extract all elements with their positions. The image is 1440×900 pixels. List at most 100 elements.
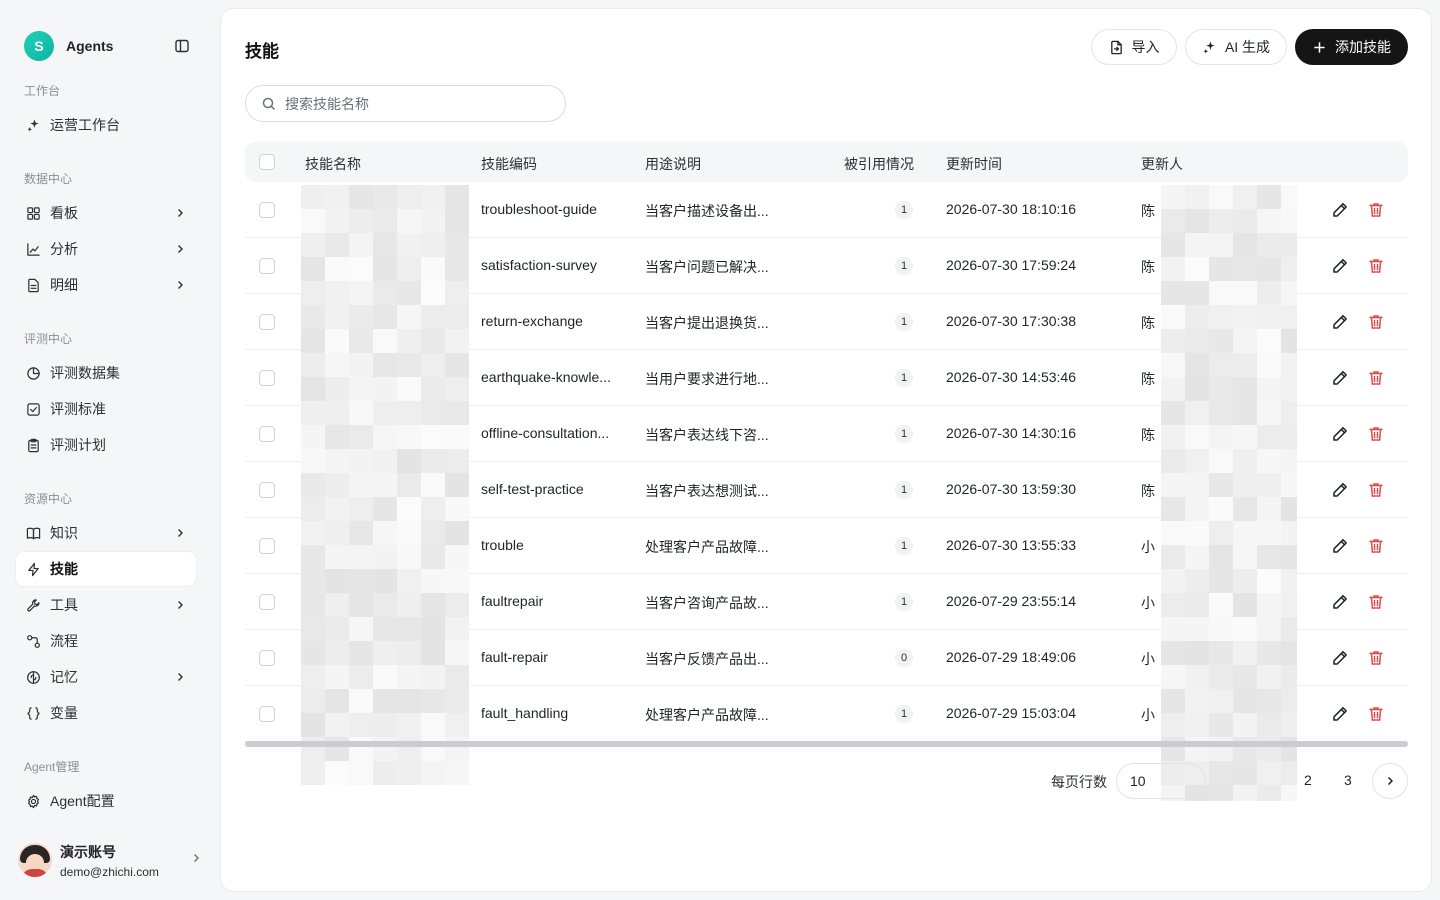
sidebar-item-label: 技能 <box>50 561 78 577</box>
edit-pencil-icon[interactable] <box>1331 425 1349 443</box>
column-header-updated-by[interactable]: 更新人 <box>1141 154 1183 174</box>
page-3-button[interactable]: 3 <box>1344 772 1352 788</box>
chevron-right-icon <box>178 673 183 681</box>
sidebar-item[interactable]: 明细 <box>16 268 196 302</box>
sidebar-item[interactable]: 流程 <box>16 624 196 658</box>
sidebar-item-label: 分析 <box>50 241 78 257</box>
column-header-references[interactable]: 被引用情况 <box>844 154 914 174</box>
user-card[interactable]: 演示账号 demo@zhichi.com <box>18 838 208 882</box>
horizontal-scrollbar[interactable] <box>245 741 1408 747</box>
page-2-button[interactable]: 2 <box>1304 772 1312 788</box>
select-all-checkbox[interactable] <box>259 154 275 170</box>
row-checkbox[interactable] <box>259 482 275 498</box>
row-checkbox[interactable] <box>259 706 275 722</box>
nav-group-title: 资源中心 <box>24 492 73 506</box>
sidebar-item[interactable]: 分析 <box>16 232 196 266</box>
add-skill-button[interactable]: 添加技能 <box>1295 29 1408 65</box>
reference-count-badge: 1 <box>895 593 913 611</box>
import-button[interactable]: 导入 <box>1091 29 1177 65</box>
skill-code: faultrepair <box>481 593 544 609</box>
updated-by: 陈 <box>1141 483 1155 499</box>
sidebar-item[interactable]: 评测数据集 <box>16 356 196 390</box>
delete-trash-icon[interactable] <box>1367 537 1385 555</box>
table-header: 技能名称 技能编码 用途说明 被引用情况 更新时间 更新人 <box>245 142 1408 182</box>
row-checkbox[interactable] <box>259 370 275 386</box>
sidebar-item-label: 评测计划 <box>50 437 106 453</box>
edit-pencil-icon[interactable] <box>1331 369 1349 387</box>
redacted-names <box>301 185 469 785</box>
skill-code: offline-consultation... <box>481 425 610 441</box>
updated-time: 2026-07-29 15:03:04 <box>946 705 1076 721</box>
edit-pencil-icon[interactable] <box>1331 313 1349 331</box>
sidebar-item[interactable]: 评测标准 <box>16 392 196 426</box>
wrench-icon <box>24 596 42 614</box>
plus-icon <box>1314 41 1325 53</box>
column-header-description[interactable]: 用途说明 <box>645 154 701 174</box>
row-checkbox[interactable] <box>259 650 275 666</box>
edit-pencil-icon[interactable] <box>1331 705 1349 723</box>
edit-pencil-icon[interactable] <box>1331 257 1349 275</box>
updated-by: 陈 <box>1141 259 1155 275</box>
column-header-name[interactable]: 技能名称 <box>305 154 361 174</box>
nav-group-title: 工作台 <box>24 84 61 98</box>
next-page-button[interactable] <box>1372 763 1408 799</box>
edit-pencil-icon[interactable] <box>1331 537 1349 555</box>
column-header-updated-time[interactable]: 更新时间 <box>946 154 1002 174</box>
sidebar-item[interactable]: 知识 <box>16 516 196 550</box>
brand-name: Agents <box>66 38 114 54</box>
delete-trash-icon[interactable] <box>1367 481 1385 499</box>
sidebar-item[interactable]: 变量 <box>16 696 196 730</box>
edit-pencil-icon[interactable] <box>1331 593 1349 611</box>
delete-trash-icon[interactable] <box>1367 649 1385 667</box>
sparkle-icon <box>24 116 42 134</box>
sidebar-item[interactable]: 工具 <box>16 588 196 622</box>
updated-time: 2026-07-30 13:55:33 <box>946 537 1076 553</box>
skill-description: 当用户要求进行地... <box>645 371 769 387</box>
updated-time: 2026-07-30 14:53:46 <box>946 369 1076 385</box>
updated-time: 2026-07-30 17:30:38 <box>946 313 1076 329</box>
chevron-right-icon <box>178 281 183 289</box>
edit-pencil-icon[interactable] <box>1331 201 1349 219</box>
row-checkbox[interactable] <box>259 538 275 554</box>
skill-description: 当客户提出退换货... <box>645 315 769 331</box>
search-input[interactable] <box>285 95 545 112</box>
sidebar-item[interactable]: Agent配置 <box>16 784 196 818</box>
skill-code: fault_handling <box>481 705 569 721</box>
sidebar-item-label: 评测数据集 <box>50 365 120 381</box>
brand[interactable]: S Agents <box>24 31 113 61</box>
column-header-code[interactable]: 技能编码 <box>481 154 537 174</box>
sidebar-item[interactable]: 记忆 <box>16 660 196 694</box>
rows-per-page-label: 每页行数 <box>1051 774 1107 790</box>
sidebar-toggle-icon[interactable] <box>174 38 190 54</box>
add-skill-label: 添加技能 <box>1335 39 1391 55</box>
ai-generate-button[interactable]: AI 生成 <box>1185 29 1287 65</box>
delete-trash-icon[interactable] <box>1367 369 1385 387</box>
search-box[interactable] <box>245 85 566 122</box>
delete-trash-icon[interactable] <box>1367 201 1385 219</box>
dashboard-icon <box>24 204 42 222</box>
delete-trash-icon[interactable] <box>1367 425 1385 443</box>
sidebar-item[interactable]: 看板 <box>16 196 196 230</box>
sidebar-item[interactable]: 运营工作台 <box>16 108 196 142</box>
clipboard-icon <box>24 436 42 454</box>
sidebar-item[interactable]: 评测计划 <box>16 428 196 462</box>
sidebar-item[interactable]: 技能 <box>16 552 196 586</box>
edit-pencil-icon[interactable] <box>1331 649 1349 667</box>
chevron-right-icon <box>194 854 199 862</box>
delete-trash-icon[interactable] <box>1367 593 1385 611</box>
updated-time: 2026-07-30 17:59:24 <box>946 257 1076 273</box>
delete-trash-icon[interactable] <box>1367 705 1385 723</box>
row-checkbox[interactable] <box>259 202 275 218</box>
row-checkbox[interactable] <box>259 314 275 330</box>
nav-group-title: 评测中心 <box>24 332 73 346</box>
updated-by: 陈 <box>1141 427 1155 443</box>
row-checkbox[interactable] <box>259 594 275 610</box>
delete-trash-icon[interactable] <box>1367 257 1385 275</box>
bolt-icon <box>24 560 42 578</box>
delete-trash-icon[interactable] <box>1367 313 1385 331</box>
edit-pencil-icon[interactable] <box>1331 481 1349 499</box>
row-checkbox[interactable] <box>259 426 275 442</box>
sidebar-item-label: 看板 <box>50 205 78 221</box>
row-checkbox[interactable] <box>259 258 275 274</box>
rows-per-page-select[interactable]: 10 <box>1116 763 1206 799</box>
